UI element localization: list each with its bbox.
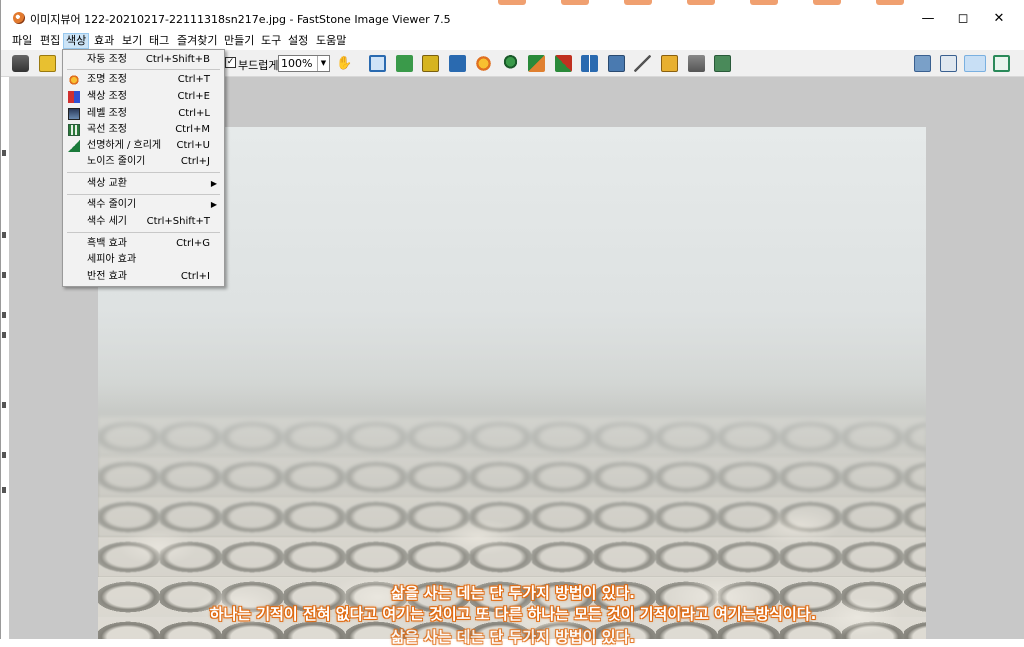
slideshow-icon[interactable] — [608, 55, 625, 72]
menu-item-color-adjust[interactable]: 색상 조정 Ctrl+E — [64, 89, 223, 105]
window-title: 이미지뷰어 122-20210217-22111318sn217e.jpg - … — [30, 13, 451, 26]
lighting-icon[interactable] — [475, 55, 492, 72]
rgb-blocks-icon — [68, 91, 80, 103]
edge-mark — [2, 272, 6, 278]
faststone-app-icon[interactable] — [13, 12, 25, 24]
menu-item-curves[interactable]: 곡선 조정 Ctrl+M — [64, 122, 223, 138]
edge-mark — [2, 402, 6, 408]
edge-mark — [2, 232, 6, 238]
app-window: 이미지뷰어 122-20210217-22111318sn217e.jpg - … — [0, 0, 1024, 646]
single-view-icon[interactable] — [940, 55, 957, 72]
curves-icon — [68, 124, 80, 136]
color-menu-dropdown: 자동 조정 Ctrl+Shift+B 조명 조정 Ctrl+T 색상 조정 Ct… — [62, 49, 225, 287]
caption-line-1: 삶을 사는 데는 단 두가지 방법이 있다. — [390, 584, 636, 602]
menu-item-lighting[interactable]: 조명 조정 Ctrl+T — [64, 72, 223, 88]
chevron-down-icon[interactable]: ▼ — [317, 56, 329, 71]
smooth-checkbox[interactable]: ✓ — [225, 57, 236, 68]
background-tab-marker — [624, 0, 652, 5]
menu-edit[interactable]: 편집 — [38, 33, 62, 49]
title-bar[interactable]: 이미지뷰어 122-20210217-22111318sn217e.jpg - … — [1, 6, 1024, 30]
full-expand-icon[interactable] — [993, 55, 1010, 72]
menu-tags[interactable]: 태그 — [147, 33, 171, 49]
menu-create[interactable]: 만들기 — [222, 33, 256, 49]
wallpaper-icon[interactable] — [714, 55, 731, 72]
submenu-arrow-icon: ▶ — [210, 179, 217, 188]
menu-effects[interactable]: 효과 — [92, 33, 116, 49]
edge-mark — [2, 150, 6, 156]
edge-mark — [2, 487, 6, 493]
zoom-select[interactable]: 100% ▼ — [278, 55, 330, 72]
menu-item-count-colors[interactable]: 색수 세기 Ctrl+Shift+T — [64, 214, 223, 230]
camera-icon[interactable] — [12, 55, 29, 72]
menu-separator — [67, 172, 220, 173]
draw-icon[interactable] — [634, 55, 651, 72]
menu-item-levels[interactable]: 레벨 조정 Ctrl+L — [64, 106, 223, 122]
menu-color[interactable]: 색상 — [63, 33, 90, 49]
hand-pan-icon[interactable]: ✋ — [336, 55, 353, 72]
menu-item-negative[interactable]: 반전 효과 Ctrl+I — [64, 269, 223, 285]
rotate-left-icon[interactable] — [528, 55, 545, 72]
crop-icon[interactable] — [422, 55, 439, 72]
fit-to-window-icon[interactable] — [369, 55, 386, 72]
smooth-label: 부드럽게 — [238, 59, 279, 72]
thumbnail-view-icon[interactable] — [914, 55, 931, 72]
close-icon[interactable]: ✕ — [982, 6, 1016, 30]
print-icon[interactable] — [688, 55, 705, 72]
maximize-icon[interactable]: ◻ — [946, 6, 980, 30]
compare-icon[interactable] — [581, 55, 598, 72]
edge-mark — [2, 452, 6, 458]
folder-open-icon[interactable] — [39, 55, 56, 72]
pebble-row — [98, 457, 926, 497]
menu-separator — [67, 232, 220, 233]
background-tab-marker — [561, 0, 589, 5]
stamp-icon[interactable] — [502, 55, 519, 72]
menu-favorites[interactable]: 즐겨찾기 — [175, 33, 219, 49]
resize-icon[interactable] — [396, 55, 413, 72]
edge-mark — [2, 312, 6, 318]
menu-settings[interactable]: 설정 — [286, 33, 310, 49]
pebble-row — [98, 497, 926, 537]
menu-item-noise-reduction[interactable]: 노이즈 줄이기 Ctrl+J — [64, 154, 223, 170]
menu-separator — [67, 194, 220, 195]
email-icon[interactable] — [661, 55, 678, 72]
pebble-row — [98, 537, 926, 577]
left-panel-edge — [1, 77, 9, 639]
menu-item-sharpen-blur[interactable]: 선명하게 / 흐리게 Ctrl+U — [64, 138, 223, 154]
menu-item-auto-adjust[interactable]: 자동 조정 Ctrl+Shift+B — [64, 52, 223, 68]
pebble-row — [98, 417, 926, 457]
caption-line-3: 삶을 사는 데는 단 두가지 방법이 있다. — [390, 628, 636, 646]
edge-mark — [2, 332, 6, 338]
background-tab-marker — [687, 0, 715, 5]
menu-item-reduce-colors[interactable]: 색수 줄이기 ▶ — [64, 197, 223, 213]
background-tab-marker — [498, 0, 526, 5]
menu-item-sepia[interactable]: 세피아 효과 — [64, 252, 223, 268]
sharpen-icon — [68, 140, 80, 152]
menu-help[interactable]: 도움말 — [314, 33, 348, 49]
background-tab-marker — [876, 0, 904, 5]
background-tab-marker — [750, 0, 778, 5]
menu-item-grayscale[interactable]: 흑백 효과 Ctrl+G — [64, 236, 223, 252]
menu-file[interactable]: 파일 — [10, 33, 34, 49]
sun-icon — [68, 74, 80, 86]
levels-icon — [68, 108, 80, 120]
caption-line-2: 하나는 기적이 전혀 없다고 여기는 것이고 또 다른 하나는 모든 것이 기적… — [209, 605, 817, 623]
rotate-right-icon[interactable] — [555, 55, 572, 72]
minimize-icon[interactable]: — — [911, 6, 945, 30]
submenu-arrow-icon: ▶ — [210, 200, 217, 209]
fullscreen-view-icon[interactable] — [964, 55, 986, 72]
menu-tools[interactable]: 도구 — [259, 33, 283, 49]
menu-separator — [67, 69, 220, 70]
menu-item-swap-colors[interactable]: 색상 교환 ▶ — [64, 176, 223, 192]
background-tab-marker — [813, 0, 841, 5]
menu-bar: 파일 편집 색상 효과 보기 태그 즐겨찾기 만들기 도구 설정 도움말 — [1, 32, 1024, 50]
zoom-value: 100% — [281, 57, 313, 70]
menu-view[interactable]: 보기 — [120, 33, 144, 49]
text-effect-icon[interactable] — [449, 55, 466, 72]
